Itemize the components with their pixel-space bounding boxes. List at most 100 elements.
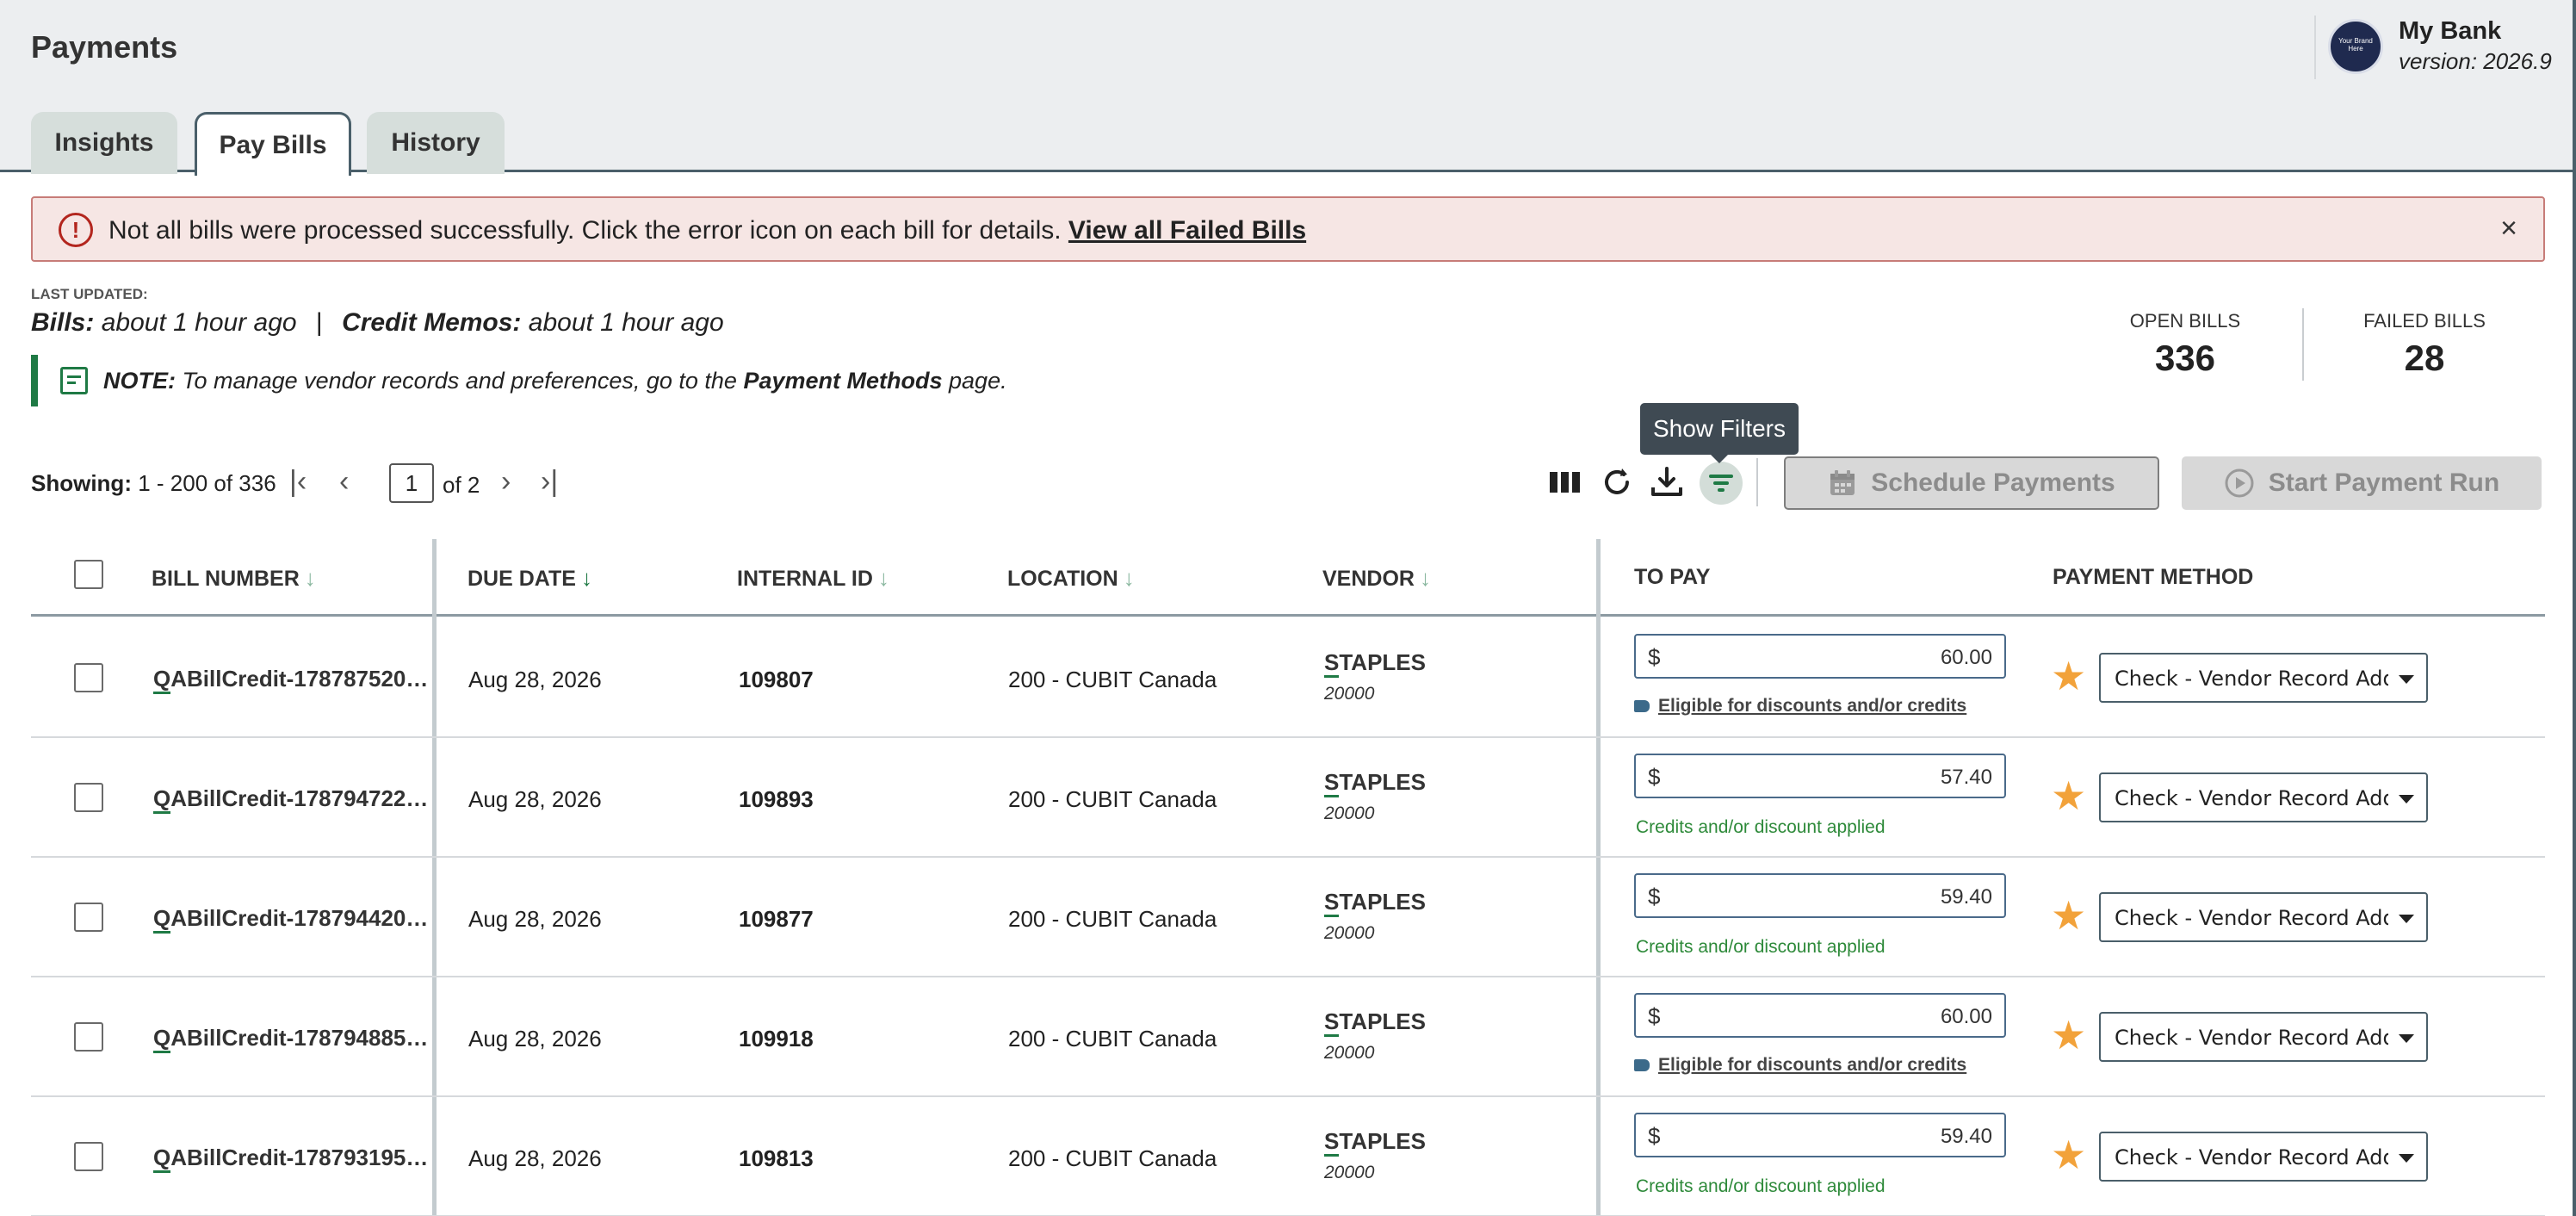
error-message: Not all bills were processed successfull…: [108, 216, 1306, 245]
bills-updated-value: about 1 hour ago: [101, 308, 297, 337]
due-date: Aug 28, 2026: [468, 1145, 602, 1171]
to-pay-input[interactable]: $ 60.00: [1634, 634, 2006, 679]
vendor-name-first: S: [1324, 1128, 1340, 1157]
col-bill-number[interactable]: BILL NUMBER ↓: [152, 565, 316, 592]
to-pay-input[interactable]: $ 59.40: [1634, 873, 2006, 918]
last-page-icon[interactable]: ›|: [541, 465, 558, 499]
table-row: QABillCredit-178787520… Aug 28, 2026 109…: [31, 618, 2545, 738]
row-checkbox[interactable]: [74, 783, 103, 812]
payment-method-value: Check - Vendor Record Address: [2115, 786, 2388, 810]
location: 200 - CUBIT Canada: [1008, 906, 1217, 932]
columns-icon[interactable]: [1546, 463, 1584, 501]
col-location-label: LOCATION: [1007, 567, 1118, 591]
payment-methods-link[interactable]: Payment Methods: [743, 368, 942, 394]
bill-number-link[interactable]: QABillCredit-178794420…: [153, 905, 429, 934]
col-due-date[interactable]: DUE DATE ↓: [468, 565, 592, 592]
payment-method-select[interactable]: Check - Vendor Record Address: [2099, 892, 2428, 942]
to-pay-input[interactable]: $ 57.40: [1634, 754, 2006, 798]
tab-pay-bills[interactable]: Pay Bills: [195, 112, 351, 176]
chevron-down-icon: [2399, 675, 2414, 684]
table-row: QABillCredit-178794420… Aug 28, 2026 109…: [31, 858, 2545, 977]
vendor-name-rest: TAPLES: [1339, 1008, 1426, 1034]
page-right-border: [2573, 0, 2576, 1216]
to-pay-input[interactable]: $ 60.00: [1634, 993, 2006, 1038]
download-icon[interactable]: [1648, 463, 1686, 501]
filter-icon[interactable]: [1700, 462, 1743, 505]
bill-number-link[interactable]: QABillCredit-178787520…: [153, 666, 428, 694]
discount-applied-text: Credits and/or discount applied: [1636, 1176, 1886, 1196]
col-location[interactable]: LOCATION ↓: [1007, 565, 1135, 592]
sort-arrow-icon: ↓: [580, 565, 592, 591]
payment-method-select[interactable]: Check - Vendor Record Address: [2099, 1012, 2428, 1062]
due-date: Aug 28, 2026: [468, 786, 602, 812]
showing-count: Showing: 1 - 200 of 336: [31, 470, 276, 497]
table-header: BILL NUMBER ↓ DUE DATE ↓ INTERNAL ID ↓ LOCA…: [31, 539, 2545, 617]
discount-eligible-link[interactable]: Eligible for discounts and/or credits: [1634, 1055, 1966, 1076]
sort-arrow-icon: ↓: [877, 565, 889, 591]
col-internal-id[interactable]: INTERNAL ID ↓: [737, 565, 889, 592]
payment-method-value: Check - Vendor Record Address: [2115, 667, 2388, 691]
vendor-name-link[interactable]: STAPLES: [1324, 1128, 1426, 1157]
row-checkbox[interactable]: [74, 663, 103, 692]
currency-symbol: $: [1648, 884, 1661, 909]
chevron-down-icon: [2399, 1034, 2414, 1043]
bill-number-first: Q: [153, 785, 171, 814]
showing-range: 1 - 200 of 336: [138, 470, 276, 496]
bill-number-rest: ABillCredit-178794420…: [170, 905, 429, 931]
next-page-icon[interactable]: ›: [501, 465, 511, 499]
discount-eligible-link[interactable]: Eligible for discounts and/or credits: [1634, 696, 1966, 717]
row-checkbox[interactable]: [74, 1022, 103, 1052]
close-icon[interactable]: ×: [2500, 212, 2517, 245]
star-icon[interactable]: ★: [2051, 772, 2086, 819]
showing-label: Showing:: [31, 470, 132, 496]
first-page-icon[interactable]: |‹: [289, 465, 307, 499]
payment-method-value: Check - Vendor Record Address: [2115, 1026, 2388, 1050]
payment-method-select[interactable]: Check - Vendor Record Address: [2099, 1132, 2428, 1182]
star-icon[interactable]: ★: [2051, 653, 2086, 699]
brand-block: Your Brand Here My Bank version: 2026.9: [2314, 16, 2573, 79]
credit-memos-value: about 1 hour ago: [528, 308, 724, 337]
payment-method-select[interactable]: Check - Vendor Record Address: [2099, 653, 2428, 703]
tab-insights[interactable]: Insights: [31, 112, 177, 174]
prev-page-icon[interactable]: ‹: [339, 465, 349, 499]
chevron-down-icon: [2399, 795, 2414, 803]
bills-updated-label: Bills:: [31, 308, 95, 337]
star-icon[interactable]: ★: [2051, 1132, 2086, 1178]
select-all-checkbox[interactable]: [74, 560, 103, 589]
vendor-name-first: S: [1324, 1008, 1340, 1037]
vendor-code: 20000: [1324, 923, 1375, 943]
discount-eligible-text: Eligible for discounts and/or credits: [1658, 1055, 1967, 1075]
note-text: NOTE: To manage vendor records and prefe…: [103, 368, 1007, 394]
internal-id: 109877: [739, 906, 814, 932]
tab-history[interactable]: History: [367, 112, 505, 174]
bill-number-link[interactable]: QABillCredit-178793195…: [153, 1145, 428, 1173]
bill-number-link[interactable]: QABillCredit-178794885…: [153, 1025, 428, 1053]
to-pay-amount: 57.40: [1940, 766, 1992, 789]
col-due-date-label: DUE DATE: [468, 567, 576, 591]
row-checkbox[interactable]: [74, 903, 103, 932]
start-payment-run-button[interactable]: Start Payment Run: [2182, 456, 2542, 510]
row-checkbox[interactable]: [74, 1142, 103, 1171]
vendor-name-link[interactable]: STAPLES: [1324, 769, 1426, 797]
view-failed-bills-link[interactable]: View all Failed Bills: [1068, 216, 1306, 245]
vendor-name-link[interactable]: STAPLES: [1324, 649, 1426, 678]
payment-method-select[interactable]: Check - Vendor Record Address: [2099, 772, 2428, 822]
to-pay-input[interactable]: $ 59.40: [1634, 1113, 2006, 1157]
col-bill-number-label: BILL NUMBER: [152, 567, 300, 591]
tag-icon: [1634, 1059, 1650, 1071]
sort-arrow-icon: ↓: [304, 565, 316, 591]
last-updated-label: LAST UPDATED:: [31, 286, 148, 302]
refresh-icon[interactable]: [1598, 463, 1636, 501]
schedule-payments-button[interactable]: Schedule Payments: [1784, 456, 2159, 510]
vendor-name-link[interactable]: STAPLES: [1324, 1008, 1426, 1037]
page-number-input[interactable]: [389, 463, 434, 503]
currency-symbol: $: [1648, 644, 1661, 670]
vendor-name-link[interactable]: STAPLES: [1324, 889, 1426, 917]
bill-number-link[interactable]: QABillCredit-178794722…: [153, 785, 428, 814]
star-icon[interactable]: ★: [2051, 1012, 2086, 1058]
error-message-text: Not all bills were processed successfull…: [108, 216, 1062, 245]
col-vendor[interactable]: VENDOR ↓: [1322, 565, 1431, 592]
chevron-down-icon: [2399, 1154, 2414, 1163]
star-icon[interactable]: ★: [2051, 892, 2086, 939]
vendor-name-rest: TAPLES: [1339, 769, 1426, 795]
